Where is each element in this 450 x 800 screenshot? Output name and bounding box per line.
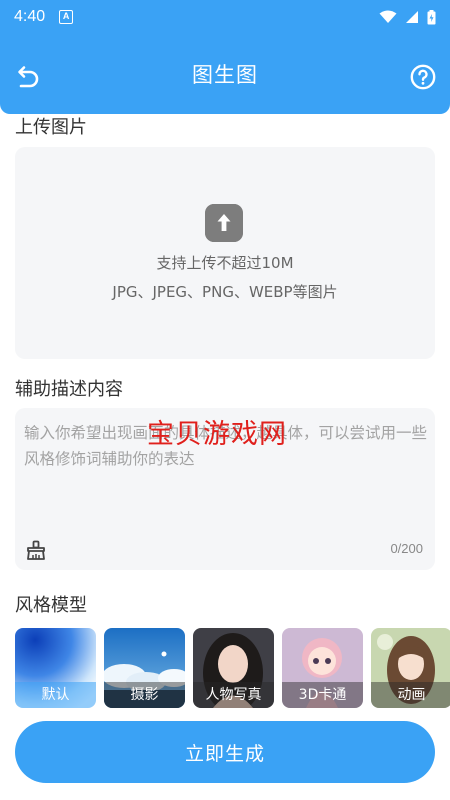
style-card-default[interactable]: 默认 — [15, 628, 96, 708]
page-title: 图生图 — [192, 63, 258, 87]
battery-icon — [427, 9, 436, 24]
style-card-label: 默认 — [15, 682, 96, 708]
style-model-section-title: 风格模型 — [15, 595, 87, 616]
top-app-bar: 图生图 — [0, 34, 450, 114]
signal-icon — [406, 11, 418, 23]
style-card-photography[interactable]: 摄影 — [104, 628, 185, 708]
upload-hint-size: 支持上传不超过10M — [156, 254, 294, 272]
notification-app-icon: A — [59, 10, 74, 24]
style-card-label: 摄影 — [104, 682, 185, 708]
upload-hint-formats: JPG、JPEG、PNG、WEBP等图片 — [112, 283, 338, 301]
description-input[interactable] — [24, 420, 429, 530]
status-time: 4:40 — [14, 8, 46, 25]
bottom-safe-area — [0, 788, 450, 800]
style-card-3d-cartoon[interactable]: 3D卡通 — [282, 628, 363, 708]
style-card-label: 3D卡通 — [282, 682, 363, 708]
status-icons — [379, 9, 436, 25]
style-card-label: 人物写真 — [193, 682, 274, 708]
char-counter: 0/200 — [390, 541, 423, 556]
upload-arrow-icon — [205, 204, 243, 242]
back-arrow-icon[interactable] — [12, 62, 42, 92]
help-icon[interactable] — [410, 64, 436, 90]
description-panel: 0/200 — [15, 408, 435, 570]
status-bar: 4:40 A — [0, 0, 450, 34]
style-card-animation[interactable]: 动画 — [371, 628, 450, 708]
style-card-label: 动画 — [371, 682, 450, 708]
description-section-title: 辅助描述内容 — [15, 379, 123, 400]
generate-button[interactable]: 立即生成 — [15, 721, 435, 783]
upload-section-title: 上传图片 — [15, 117, 87, 138]
clear-brush-icon[interactable] — [25, 539, 47, 561]
wifi-icon — [379, 10, 397, 23]
image-upload-area[interactable]: 支持上传不超过10M JPG、JPEG、PNG、WEBP等图片 — [15, 147, 435, 359]
style-card-portrait[interactable]: 人物写真 — [193, 628, 274, 708]
style-model-list: 默认 摄影 人物写真 3D卡通 动画 — [15, 628, 450, 708]
